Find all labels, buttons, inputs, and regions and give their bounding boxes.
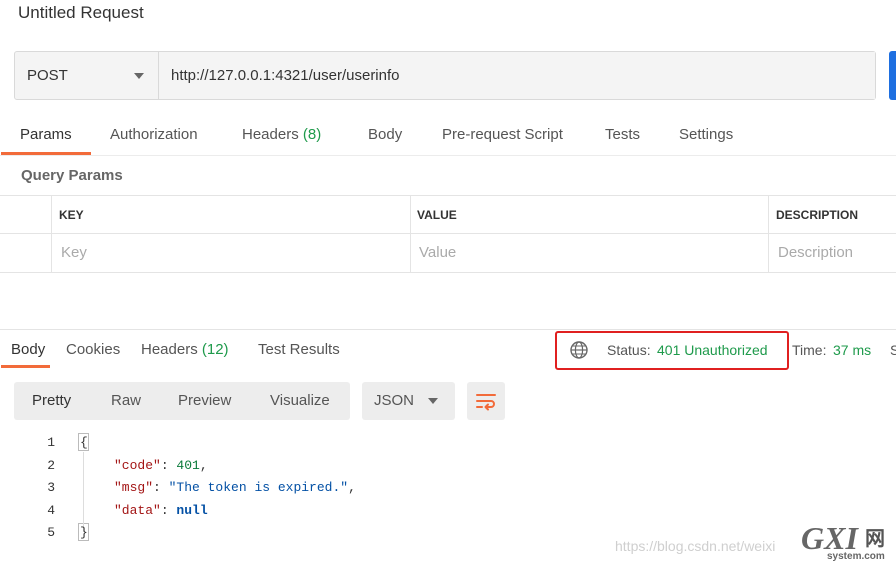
json-key: "msg" <box>114 480 154 495</box>
pane-separator[interactable] <box>0 329 896 330</box>
response-tab-cookies[interactable]: Cookies <box>66 341 120 358</box>
method-label: POST <box>27 67 68 84</box>
line-number: 3 <box>47 480 55 495</box>
table-col-divider <box>51 195 52 272</box>
tab-pre-request-script[interactable]: Pre-request Script <box>442 126 563 143</box>
globe-icon[interactable] <box>569 340 589 360</box>
column-header-key: KEY <box>59 208 84 222</box>
code-line: "msg": "The token is expired.", <box>114 480 356 495</box>
table-col-divider <box>410 195 411 272</box>
json-value: null <box>176 503 208 518</box>
line-number: 1 <box>47 435 55 450</box>
response-tab-headers-count: (12) <box>201 341 229 358</box>
response-tab-headers-label: Headers <box>141 341 198 358</box>
view-pretty-button[interactable]: Pretty <box>32 392 71 409</box>
chevron-down-icon <box>428 398 438 404</box>
column-header-description: DESCRIPTION <box>776 208 859 222</box>
logo-subtext: system.com <box>827 551 885 561</box>
active-response-tab-indicator <box>1 365 50 368</box>
line-number: 4 <box>47 503 55 518</box>
response-tab-body[interactable]: Body <box>11 341 45 358</box>
send-button[interactable] <box>889 51 896 100</box>
tab-headers-label: Headers <box>242 126 299 143</box>
indent-guide <box>83 452 84 532</box>
key-input[interactable]: Key <box>61 244 87 261</box>
logo-text-cn: 网 <box>865 526 885 550</box>
code-line: "data": null <box>114 503 208 518</box>
table-col-divider <box>768 195 769 272</box>
response-tab-test-results[interactable]: Test Results <box>258 341 340 358</box>
line-number: 5 <box>47 525 55 540</box>
json-value: 401 <box>176 458 200 473</box>
table-border-bottom <box>0 272 896 273</box>
value-input[interactable]: Value <box>419 244 456 261</box>
json-comma: , <box>199 458 208 473</box>
tab-body[interactable]: Body <box>368 126 402 143</box>
tab-params[interactable]: Params <box>20 126 72 143</box>
request-title[interactable]: Untitled Request <box>18 3 144 23</box>
table-border-top <box>0 195 896 196</box>
url-input[interactable] <box>159 52 875 99</box>
code-line: "code": 401, <box>114 458 208 473</box>
status-value[interactable]: 401 Unauthorized <box>657 342 768 358</box>
tab-tests[interactable]: Tests <box>605 126 640 143</box>
code-open-brace: { <box>80 435 88 450</box>
query-params-label: Query Params <box>21 167 123 184</box>
description-input[interactable]: Description <box>778 244 853 261</box>
view-raw-button[interactable]: Raw <box>111 392 141 409</box>
format-label: JSON <box>374 392 415 409</box>
wrap-lines-icon <box>476 394 496 411</box>
chevron-down-icon <box>134 73 144 79</box>
json-key: "data" <box>114 503 161 518</box>
size-label: S <box>890 342 896 358</box>
site-logo: GXI 网 system.com <box>801 520 885 561</box>
method-select[interactable]: POST <box>15 52 159 99</box>
tab-headers-count: (8) <box>302 126 322 143</box>
json-comma: , <box>348 480 356 495</box>
view-visualize-button[interactable]: Visualize <box>270 392 330 409</box>
json-value: "The token is expired." <box>168 480 349 495</box>
json-key: "code" <box>114 458 161 473</box>
time-value[interactable]: 37 ms <box>833 342 871 358</box>
watermark: https://blog.csdn.net/weixi <box>615 538 776 554</box>
tab-settings[interactable]: Settings <box>679 126 733 143</box>
tabs-divider <box>0 155 896 156</box>
tab-authorization[interactable]: Authorization <box>110 126 198 143</box>
time-label: Time: <box>792 342 827 358</box>
url-bar: POST <box>14 51 876 100</box>
table-border-mid <box>0 233 896 234</box>
code-close-brace: } <box>80 525 88 540</box>
tab-headers[interactable]: Headers (8) <box>242 126 321 143</box>
view-preview-button[interactable]: Preview <box>178 392 231 409</box>
line-number: 2 <box>47 458 55 473</box>
response-tab-headers[interactable]: Headers (12) <box>141 341 229 358</box>
column-header-value: VALUE <box>417 208 457 222</box>
status-label: Status: <box>607 342 651 358</box>
